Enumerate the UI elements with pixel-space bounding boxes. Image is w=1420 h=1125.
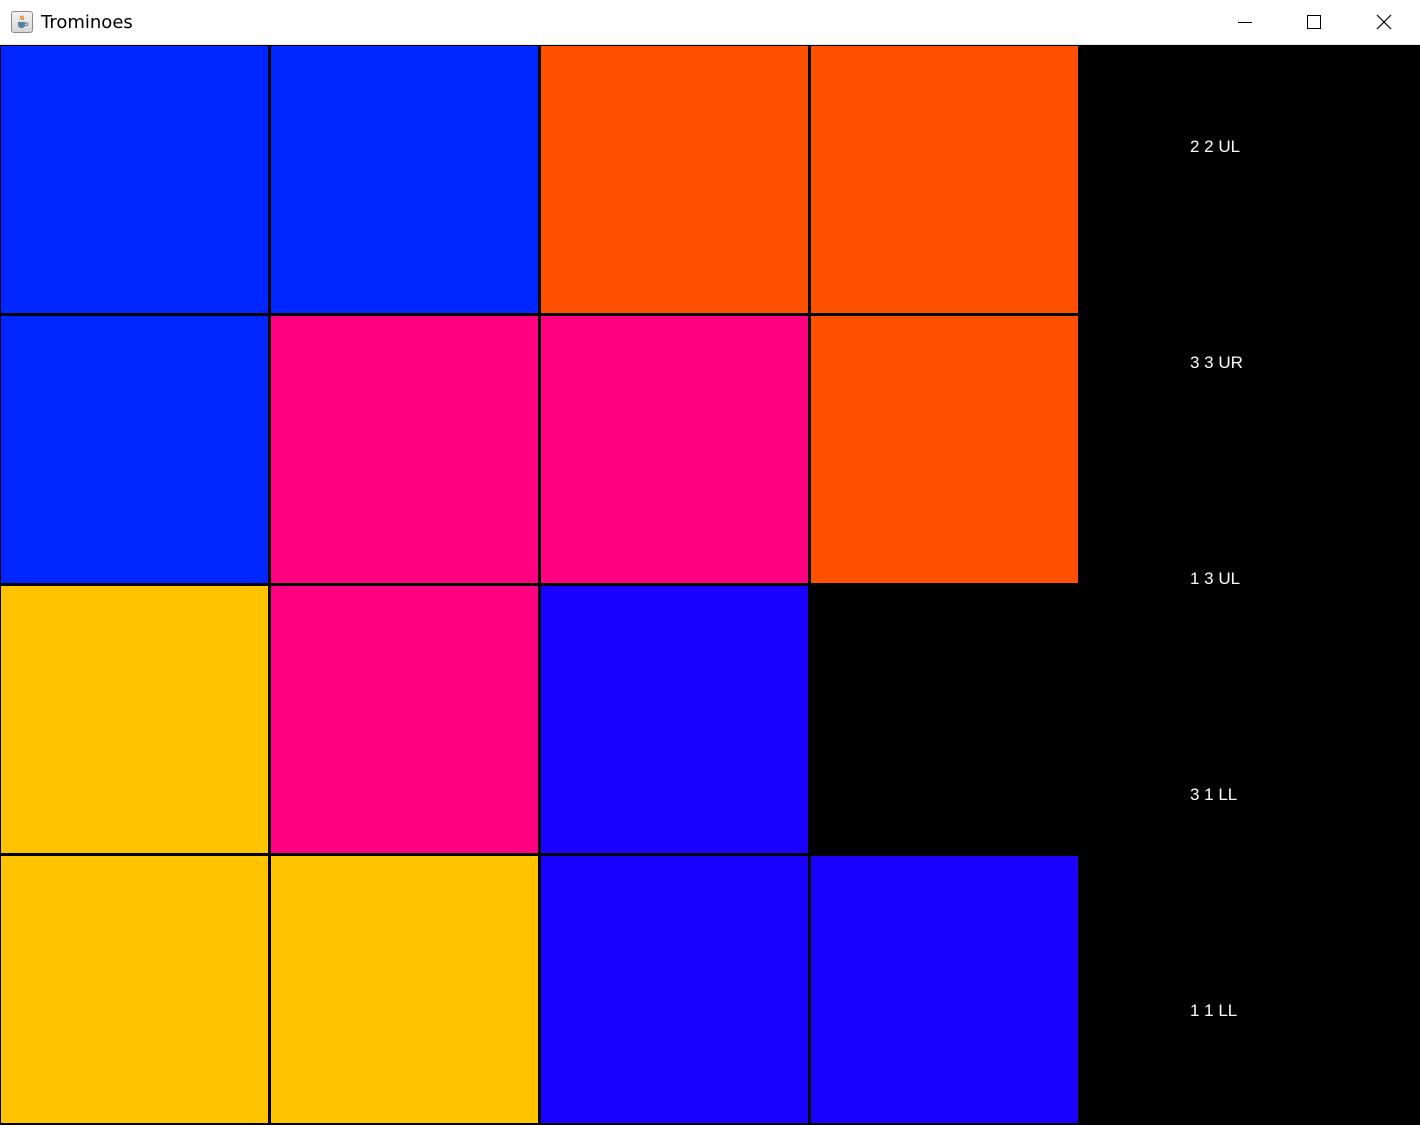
minimize-button[interactable] <box>1210 0 1280 45</box>
board-cell[interactable] <box>810 315 1080 585</box>
board-cell[interactable] <box>0 45 270 315</box>
maximize-button[interactable] <box>1279 0 1349 45</box>
board-cell[interactable] <box>540 45 810 315</box>
maximize-icon <box>1307 15 1321 29</box>
board-cell[interactable] <box>270 585 540 855</box>
board-cell[interactable] <box>540 855 810 1125</box>
minimize-icon <box>1238 22 1252 23</box>
board-cell[interactable] <box>270 315 540 585</box>
move-label: 1 1 LL <box>1190 1001 1238 1020</box>
board-cell[interactable] <box>540 585 810 855</box>
move-label: 3 1 LL <box>1190 785 1238 804</box>
app-window: Trominoes 2 2 UL 3 3 UR 1 3 UL 3 1 LL 1 1 LL <box>0 0 1420 1125</box>
board-cell[interactable] <box>810 855 1080 1125</box>
board-cell[interactable] <box>270 45 540 315</box>
move-list: 2 2 UL 3 3 UR 1 3 UL 3 1 LL 1 1 LL <box>1080 45 1420 1125</box>
board-cell[interactable] <box>0 315 270 585</box>
move-label: 2 2 UL <box>1190 137 1241 156</box>
board-cell[interactable] <box>0 855 270 1125</box>
window-title: Trominoes <box>41 12 133 33</box>
board-cell[interactable] <box>270 855 540 1125</box>
title-bar[interactable]: Trominoes <box>0 0 1420 45</box>
board-cell[interactable] <box>540 315 810 585</box>
move-label: 1 3 UL <box>1190 569 1241 588</box>
tromino-board[interactable] <box>0 45 1080 1125</box>
java-cup-icon[interactable] <box>11 11 33 33</box>
close-button[interactable] <box>1349 0 1419 45</box>
board-cell[interactable] <box>0 585 270 855</box>
client-area: 2 2 UL 3 3 UR 1 3 UL 3 1 LL 1 1 LL <box>0 45 1420 1125</box>
board-cell[interactable] <box>810 585 1080 855</box>
close-icon <box>1376 14 1392 30</box>
board-cell[interactable] <box>810 45 1080 315</box>
move-label: 3 3 UR <box>1190 353 1243 372</box>
